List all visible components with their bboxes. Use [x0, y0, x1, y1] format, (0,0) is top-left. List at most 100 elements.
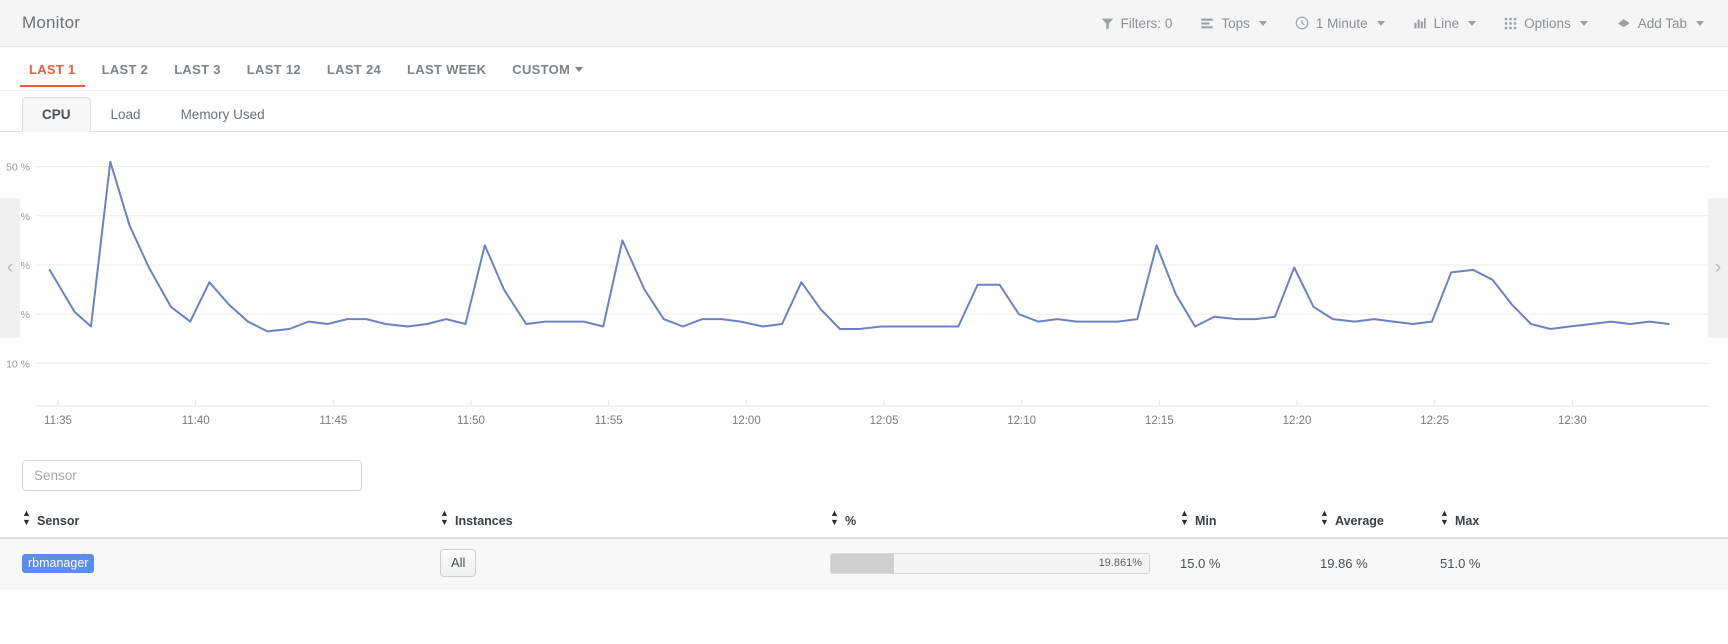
range-tab-last-1[interactable]: LAST 1 [20, 51, 85, 87]
sensor-tag[interactable]: rbmanager [22, 553, 95, 573]
bar-chart-icon [1413, 17, 1427, 30]
sort-icon: ▲ ▼ [1320, 508, 1329, 527]
y-axis-tick-label: 50 % [6, 162, 30, 174]
filters-label: Filters: 0 [1120, 15, 1173, 31]
x-axis-tick-label: 12:10 [1007, 415, 1036, 427]
chevron-down-icon [1579, 20, 1588, 26]
range-tab-custom[interactable]: CUSTOM [503, 51, 592, 87]
column-label: Max [1455, 514, 1480, 528]
column-header-sensor[interactable]: ▲ ▼ Sensor [0, 503, 440, 539]
x-axis-tick-label: 11:40 [182, 415, 210, 427]
options-button[interactable]: Options [1504, 16, 1588, 31]
column-label: Average [1335, 514, 1384, 528]
column-header-instances[interactable]: ▲ ▼ Instances [440, 503, 830, 539]
range-tab-last-week[interactable]: LAST WEEK [398, 51, 495, 87]
instances-all-button[interactable]: All [440, 549, 477, 577]
options-label: Options [1524, 15, 1571, 31]
x-axis-tick-label: 12:25 [1420, 415, 1449, 427]
sensor-table: ▲ ▼ Sensor ▲ ▼ Instances ▲ ▼% ▲ ▼ Min ▲ ▼ Average… [0, 503, 1728, 589]
x-axis-tick-label: 11:35 [44, 415, 72, 427]
top-bar: Monitor Filters: 0 Tops 1 Minute Line Op… [0, 0, 1728, 47]
chart-next-button[interactable]: › [1708, 198, 1728, 338]
column-header-max[interactable]: ▲ ▼ Max [1440, 503, 1728, 539]
chevron-down-icon [1468, 20, 1477, 26]
chart-type-button[interactable]: Line [1413, 16, 1477, 31]
toolbar-actions: Filters: 0 Tops 1 Minute Line Options Ad… [1101, 16, 1704, 31]
cell-sensor: rbmanager [0, 538, 440, 589]
filters-button[interactable]: Filters: 0 [1101, 15, 1173, 31]
range-tab-label: LAST 12 [246, 61, 301, 77]
column-header-min[interactable]: ▲ ▼ Min [1180, 503, 1320, 539]
table-body: rbmanager All 19.861% 15.0 % 19.86 % 51.… [0, 538, 1728, 589]
x-axis-tick-label: 12:05 [870, 415, 899, 427]
x-axis-tick-label: 12:15 [1145, 415, 1174, 427]
percent-progress-fill [831, 553, 895, 573]
clock-icon [1295, 16, 1309, 30]
column-label: % [845, 514, 857, 528]
column-label: Instances [455, 514, 513, 528]
cpu-chart: 50 %40 %30 %20 %10 %11:3511:4011:4511:50… [0, 132, 1728, 444]
range-tab-label: LAST 1 [29, 61, 76, 77]
column-header-percent[interactable]: ▲ ▼% [830, 503, 1180, 539]
cell-min: 15.0 % [1180, 538, 1320, 589]
sort-icon: ▲ ▼ [22, 508, 31, 527]
y-axis-tick-label: 10 % [6, 358, 30, 370]
percent-progress-label: 19.861% [1098, 556, 1142, 569]
percent-progress-bar: 19.861% [830, 552, 1150, 574]
tab-memory-used[interactable]: Memory Used [161, 97, 285, 132]
page-title: Monitor [22, 13, 81, 32]
add-tab-button[interactable]: Add Tab [1616, 16, 1704, 31]
chart-prev-button[interactable]: ‹ [0, 198, 20, 338]
chart-canvas: 50 %40 %30 %20 %10 %11:3511:4011:4511:50… [6, 160, 1710, 427]
time-range-tabs: LAST 1 LAST 2 LAST 3 LAST 12 LAST 24 LAS… [0, 47, 1728, 91]
range-tab-last-12[interactable]: LAST 12 [238, 51, 310, 87]
metric-tab-label: Load [110, 107, 141, 122]
range-tab-label: CUSTOM [512, 61, 571, 77]
range-tab-label: LAST WEEK [407, 61, 487, 77]
interval-label: 1 Minute [1315, 15, 1368, 31]
sort-icon: ▲ ▼ [1180, 508, 1189, 527]
tab-cpu[interactable]: CPU [22, 97, 91, 132]
tab-load[interactable]: Load [91, 97, 161, 132]
cell-max: 51.0 % [1440, 538, 1728, 589]
sort-icon: ▲ ▼ [440, 508, 449, 527]
tops-button[interactable]: Tops [1200, 16, 1267, 31]
x-axis-tick-label: 12:20 [1283, 415, 1312, 427]
chevron-right-icon: › [1714, 257, 1722, 278]
range-tab-last-24[interactable]: LAST 24 [318, 51, 390, 87]
tops-label: Tops [1221, 15, 1250, 31]
table-header: ▲ ▼ Sensor ▲ ▼ Instances ▲ ▼% ▲ ▼ Min ▲ ▼ Average… [0, 503, 1728, 539]
table-row[interactable]: rbmanager All 19.861% 15.0 % 19.86 % 51.… [0, 538, 1728, 589]
add-tab-label: Add Tab [1637, 15, 1687, 31]
metric-tab-label: CPU [42, 107, 71, 122]
x-axis-tick-label: 11:50 [457, 415, 485, 427]
range-tab-label: LAST 3 [174, 61, 221, 77]
list-icon [1200, 17, 1214, 30]
range-tab-label: LAST 24 [326, 61, 382, 77]
cell-instances: All [440, 538, 830, 589]
cell-average: 19.86 % [1320, 538, 1440, 589]
cell-percent: 19.861% [830, 538, 1180, 589]
range-tab-last-3[interactable]: LAST 3 [165, 51, 230, 87]
chevron-left-icon: ‹ [6, 257, 14, 278]
chart-type-label: Line [1433, 15, 1460, 31]
table-header-row: ▲ ▼ Sensor ▲ ▼ Instances ▲ ▼% ▲ ▼ Min ▲ ▼ Average… [0, 503, 1728, 539]
interval-button[interactable]: 1 Minute [1295, 16, 1385, 31]
tag-icon [1616, 17, 1631, 30]
grid-icon [1504, 17, 1517, 30]
sort-icon: ▲ ▼ [830, 508, 839, 527]
range-tab-last-2[interactable]: LAST 2 [93, 51, 158, 87]
filter-icon [1101, 17, 1114, 30]
chevron-down-icon [1696, 20, 1704, 26]
chevron-down-icon [1376, 20, 1385, 26]
x-axis-tick-label: 11:55 [595, 415, 623, 427]
chevron-down-icon [575, 66, 584, 72]
column-header-average[interactable]: ▲ ▼ Average [1320, 503, 1440, 539]
metric-tab-label: Memory Used [180, 107, 265, 122]
sensor-search-input[interactable] [22, 460, 362, 491]
x-axis-tick-label: 11:45 [319, 415, 347, 427]
x-axis-tick-label: 12:30 [1558, 415, 1587, 427]
metric-tabs: CPU Load Memory Used [0, 91, 1728, 132]
chevron-down-icon [1258, 20, 1267, 26]
x-axis-tick-label: 12:00 [732, 415, 761, 427]
